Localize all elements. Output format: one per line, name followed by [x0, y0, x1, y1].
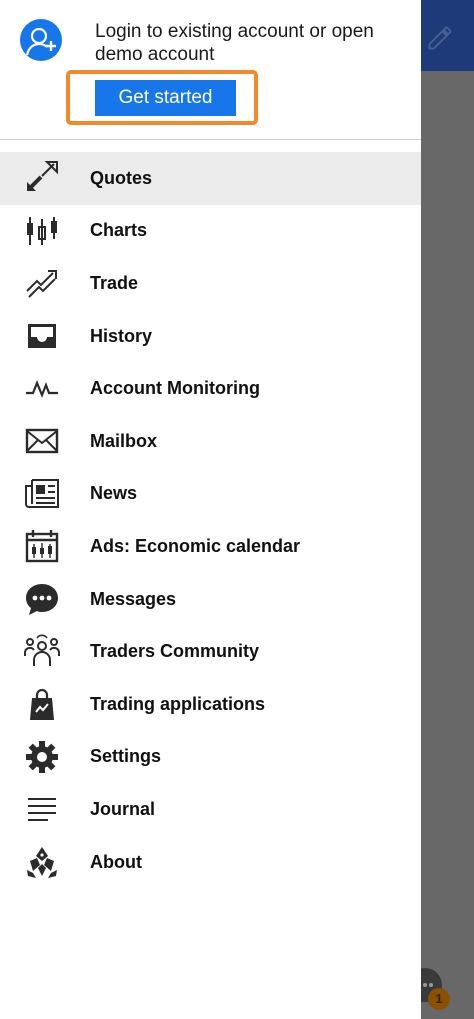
menu-item-mailbox[interactable]: Mailbox	[0, 415, 421, 468]
menu-label: About	[90, 851, 142, 872]
menu-label: Settings	[90, 746, 162, 767]
menu-item-account-monitoring[interactable]: Account Monitoring	[0, 362, 421, 415]
menu-item-economic-calendar[interactable]: Ads: Economic calendar	[0, 520, 421, 573]
menu-label: Quotes	[90, 167, 153, 188]
menu-label: Trading applications	[90, 693, 266, 714]
drawer-menu: Quotes Charts Trade History Account Moni…	[0, 152, 421, 888]
menu-label: Charts	[90, 220, 148, 241]
menu-label: Account Monitoring	[90, 378, 260, 399]
menu-item-traders-community[interactable]: Traders Community	[0, 625, 421, 678]
menu-item-news[interactable]: News	[0, 468, 421, 521]
menu-label: Traders Community	[90, 641, 260, 662]
menu-item-trading-applications[interactable]: Trading applications	[0, 678, 421, 731]
get-started-button[interactable]: Get started	[95, 80, 236, 116]
add-account-avatar-icon[interactable]	[20, 19, 62, 61]
menu-label: Ads: Economic calendar	[90, 535, 301, 556]
gear-icon	[26, 740, 58, 773]
apps-bag-icon	[30, 689, 54, 721]
menu-label: Journal	[90, 798, 156, 819]
messages-icon	[26, 584, 58, 616]
community-icon	[24, 634, 60, 666]
quotes-icon	[27, 161, 58, 192]
mailbox-icon	[25, 429, 59, 454]
menu-label: Messages	[90, 588, 177, 609]
login-prompt-text: Login to existing account or open demo a…	[95, 21, 374, 65]
about-logo-icon	[27, 847, 57, 879]
menu-item-history[interactable]: History	[0, 310, 421, 363]
monitoring-icon	[26, 379, 58, 398]
menu-item-settings[interactable]: Settings	[0, 731, 421, 784]
drawer-header: Login to existing account or open demo a…	[0, 0, 421, 140]
calendar-icon	[25, 530, 59, 563]
menu-label: History	[90, 325, 153, 346]
menu-item-trade[interactable]: Trade	[0, 257, 421, 310]
notification-badge: 1	[428, 988, 450, 1010]
journal-icon	[28, 798, 56, 822]
menu-label: Mailbox	[90, 430, 158, 451]
menu-item-about[interactable]: About	[0, 836, 421, 889]
news-icon	[25, 478, 59, 508]
menu-label: News	[90, 483, 138, 504]
history-icon	[28, 324, 56, 349]
menu-item-charts[interactable]: Charts	[0, 205, 421, 258]
edit-pencil-icon[interactable]	[426, 24, 454, 52]
menu-item-journal[interactable]: Journal	[0, 783, 421, 836]
trade-icon	[26, 270, 57, 299]
menu-item-messages[interactable]: Messages	[0, 573, 421, 626]
charts-icon	[27, 216, 57, 245]
menu-item-quotes[interactable]: Quotes	[0, 152, 421, 205]
menu-label: Trade	[90, 272, 139, 293]
navigation-drawer: Login to existing account or open demo a…	[0, 0, 421, 1019]
